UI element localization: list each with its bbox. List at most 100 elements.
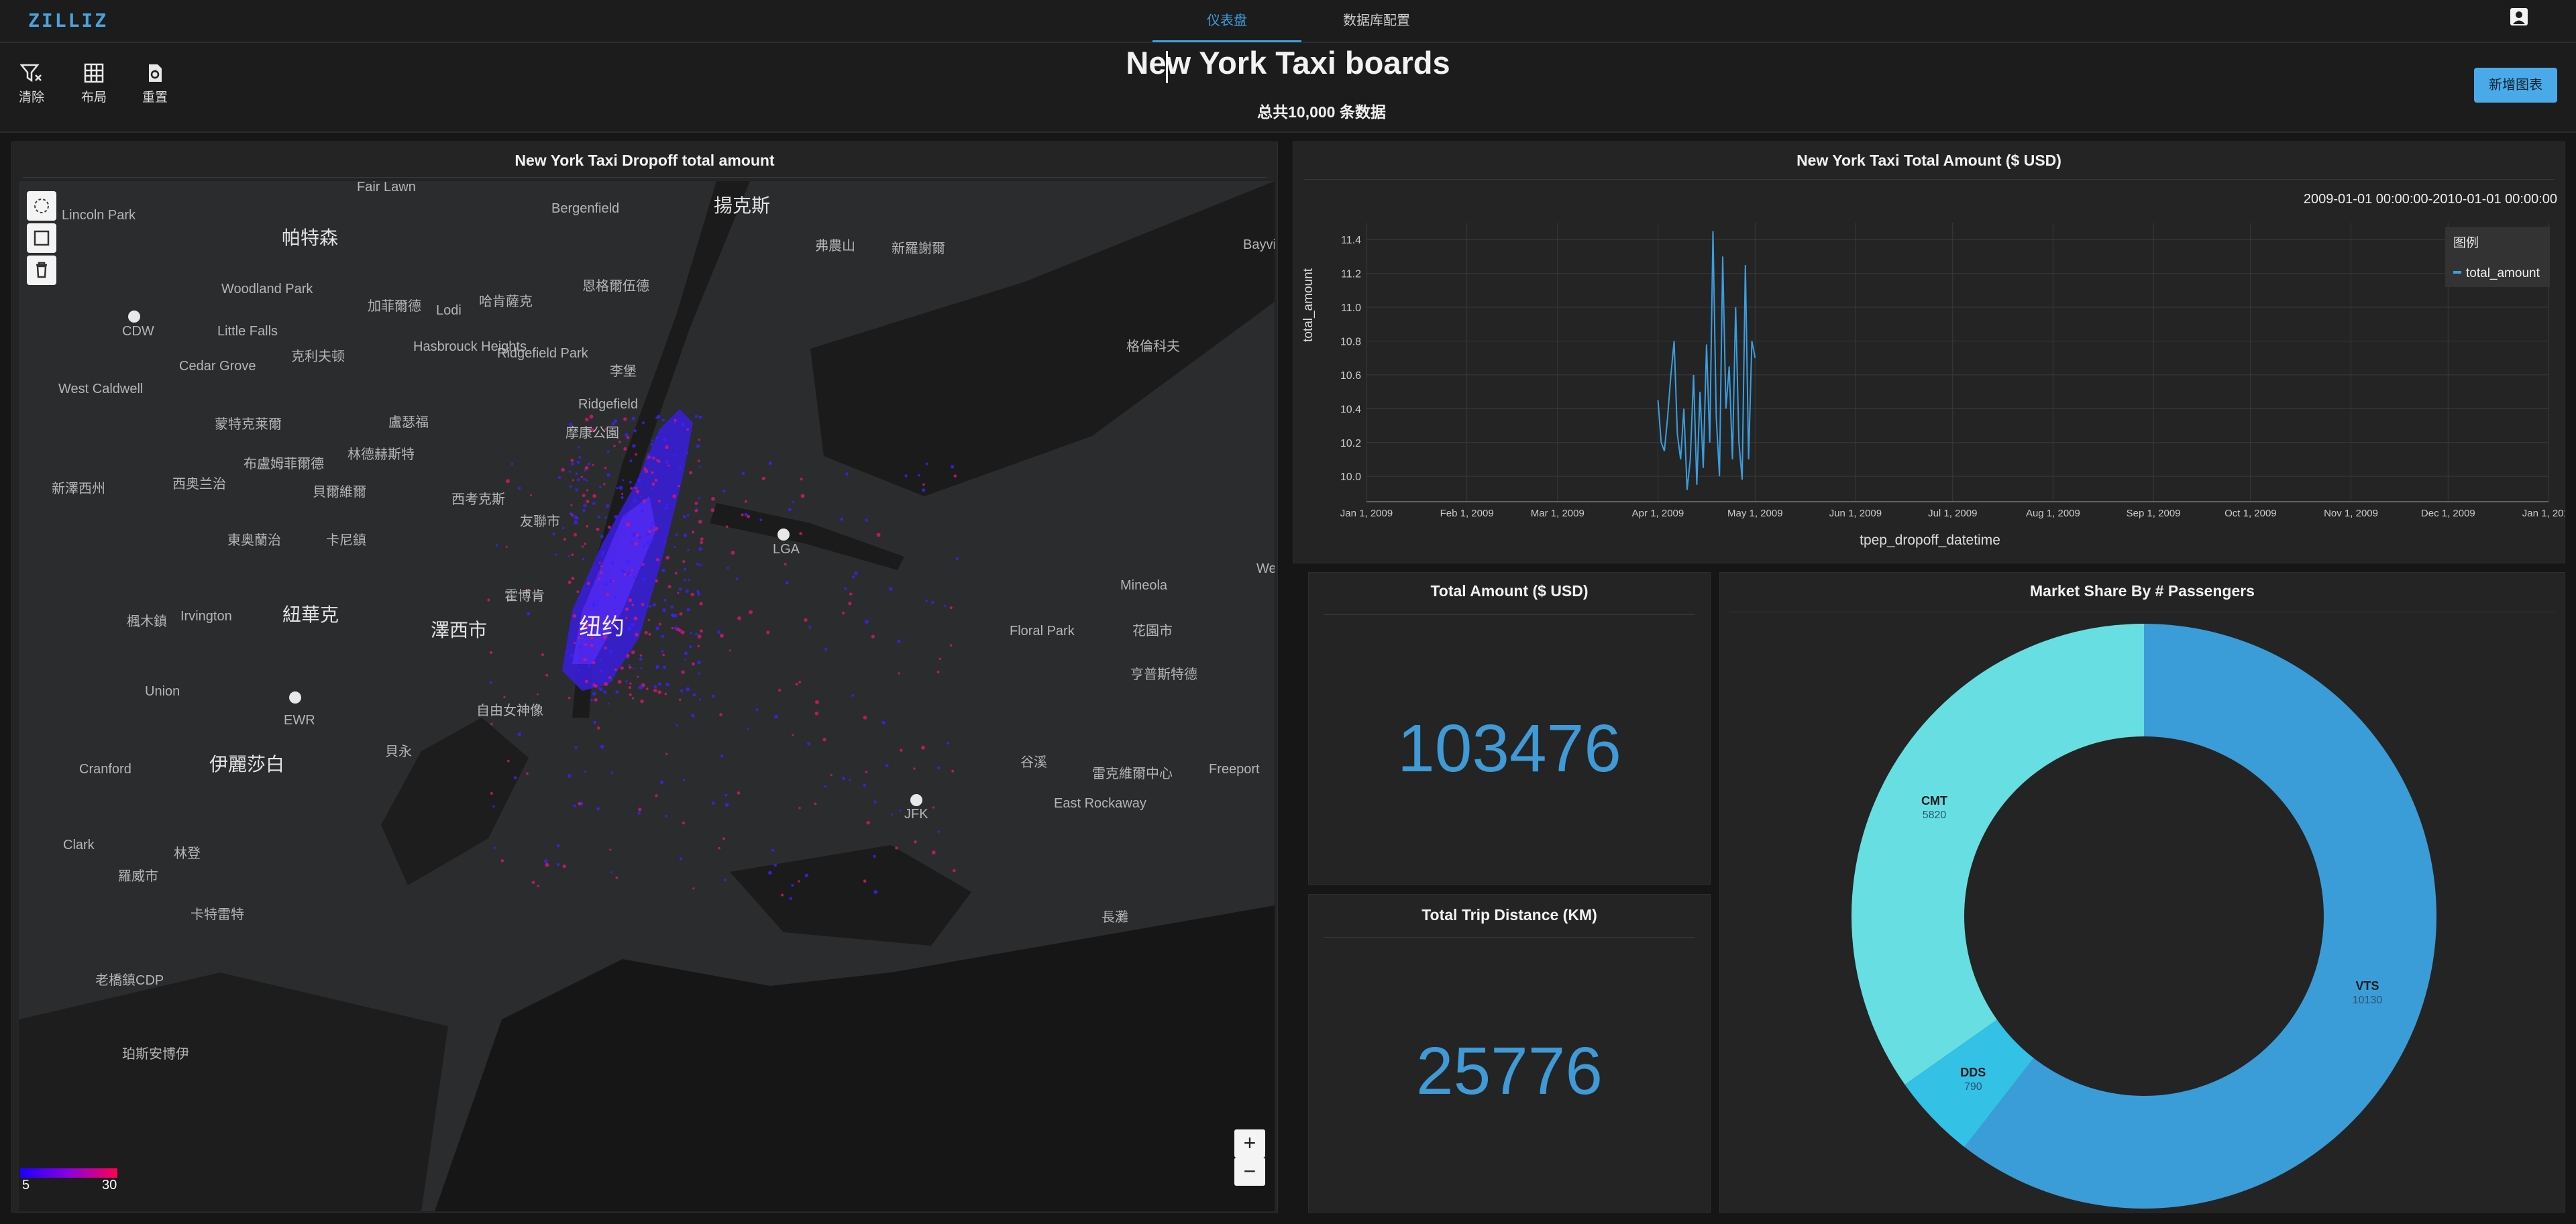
- total-distance-panel: Total Trip Distance (KM) 25776: [1308, 894, 1711, 1213]
- dropoff-point: [590, 699, 593, 702]
- donut-chart[interactable]: VTS 10130 DDS 790 CMT 5820: [1719, 572, 2565, 1213]
- dropoff-point: [633, 429, 637, 433]
- dropoff-point: [592, 691, 596, 696]
- map-label: JFK: [904, 807, 928, 822]
- dropoff-point: [578, 669, 581, 671]
- line-chart-legend[interactable]: 图例 total_amount: [2445, 227, 2550, 287]
- dropoff-point: [952, 869, 956, 873]
- dropoff-point: [922, 483, 925, 486]
- dropoff-point: [543, 859, 548, 863]
- dropoff-point: [604, 682, 608, 686]
- dropoff-point: [655, 794, 658, 797]
- dropoff-point: [822, 738, 826, 742]
- map-label: 老橋鎮CDP: [95, 973, 164, 988]
- dropoff-point: [628, 598, 633, 602]
- dropoff-point: [506, 479, 510, 484]
- y-tick-label: 11.4: [1341, 235, 1361, 246]
- reset-button[interactable]: 重置: [131, 63, 178, 105]
- dropoff-point: [792, 734, 794, 736]
- dropoff-point: [576, 478, 580, 482]
- dropoff-point: [648, 632, 651, 636]
- dropoff-point: [582, 557, 585, 561]
- x-tick-label: Apr 1, 2009: [1632, 508, 1684, 519]
- zoom-in-button[interactable]: +: [1234, 1129, 1265, 1158]
- map-label: Bergenfield: [551, 201, 620, 216]
- dropoff-point: [489, 651, 493, 655]
- dropoff-point: [663, 541, 666, 543]
- dropoff-point: [627, 626, 632, 631]
- dropoff-point: [665, 503, 668, 506]
- dropoff-point: [586, 489, 589, 492]
- dropoff-point: [661, 419, 665, 422]
- dropoff-point: [562, 864, 566, 869]
- x-tick-label: Oct 1, 2009: [2224, 508, 2277, 519]
- dropoff-point: [567, 774, 572, 778]
- map-label: Floral Park: [1010, 624, 1075, 638]
- map-label: Clark: [63, 838, 95, 852]
- dropoff-point: [604, 516, 607, 519]
- dropoff-point: [686, 514, 690, 516]
- dropoff-point: [681, 423, 685, 427]
- map-label: 帕特森: [282, 227, 339, 248]
- dropoff-point: [678, 465, 682, 469]
- dropoff-point: [949, 606, 953, 610]
- dropoff-point: [596, 599, 600, 602]
- dropoff-point: [625, 607, 629, 612]
- line-chart[interactable]: 10.0 10.2 10.4 10.6 10.8 11.0 11.2 11.4 Jan 1, …: [1293, 201, 2565, 563]
- dropoff-point: [792, 500, 795, 504]
- page-title[interactable]: New York Taxi boards: [872, 44, 1704, 81]
- dropoff-point: [584, 417, 589, 422]
- dropoff-point: [651, 488, 654, 491]
- zilliz-logo[interactable]: ZILLIZ: [28, 9, 108, 32]
- donut-slices[interactable]: [1851, 624, 2436, 1209]
- donut-label-dds: DDS: [1960, 1066, 1986, 1079]
- dropoff-point: [932, 806, 934, 809]
- dropoff-point: [628, 686, 631, 689]
- dropoff-point: [640, 667, 643, 670]
- tab-dashboard[interactable]: 仪表盘: [1152, 9, 1301, 42]
- dropoff-point: [737, 791, 741, 795]
- dropoff-point: [609, 848, 612, 851]
- map-label: 克利夫顿: [291, 349, 345, 364]
- user-account-icon[interactable]: [2509, 7, 2529, 27]
- dropoff-point: [680, 689, 684, 693]
- dropoff-point: [665, 753, 668, 755]
- dropoff-point: [689, 471, 693, 475]
- map-label: 東奥蘭治: [227, 533, 281, 548]
- delete-shape-tool[interactable]: [27, 256, 56, 285]
- dropoff-point: [642, 577, 645, 581]
- map-canvas[interactable]: [19, 181, 1275, 1211]
- dropoff-point: [682, 821, 685, 825]
- dropoff-point: [698, 415, 702, 419]
- dropoff-point: [914, 840, 917, 844]
- dropoff-point: [626, 653, 630, 658]
- clear-label: 清除: [18, 91, 44, 105]
- map-label: EWR: [284, 713, 315, 728]
- y-tick-label: 11.0: [1341, 302, 1361, 314]
- dropoff-point: [623, 447, 627, 451]
- dropoff-point: [576, 590, 580, 594]
- dropoff-point: [574, 515, 578, 520]
- map-view[interactable]: Fair Lawn Lincoln Park 帕特森 Bergenfield 揚克斯 弗農…: [19, 181, 1275, 1211]
- layout-button[interactable]: 布局: [70, 63, 117, 105]
- clear-filter-button[interactable]: 清除: [8, 63, 55, 105]
- dropoff-point: [513, 776, 517, 779]
- draw-rectangle-tool[interactable]: [27, 223, 56, 253]
- dropoff-point: [659, 622, 661, 626]
- dropoff-point: [645, 541, 650, 545]
- dropoff-point: [584, 679, 588, 683]
- map-label: Bayvi: [1243, 237, 1275, 252]
- dropoff-point: [639, 654, 643, 657]
- zoom-out-button[interactable]: −: [1234, 1158, 1265, 1186]
- donut-slice-cmt[interactable]: [1851, 624, 2144, 1085]
- dropoff-point: [690, 592, 694, 596]
- add-chart-button[interactable]: 新增图表: [2474, 68, 2557, 103]
- map-label: Irvington: [180, 609, 232, 624]
- map-label: 加菲爾德: [368, 299, 421, 314]
- dropoff-point: [937, 830, 941, 833]
- dropoff-point: [889, 587, 893, 591]
- dropoff-point: [575, 472, 578, 476]
- dropoff-point: [615, 690, 619, 694]
- tab-database-config[interactable]: 数据库配置: [1309, 9, 1444, 29]
- draw-circle-tool[interactable]: [27, 191, 56, 221]
